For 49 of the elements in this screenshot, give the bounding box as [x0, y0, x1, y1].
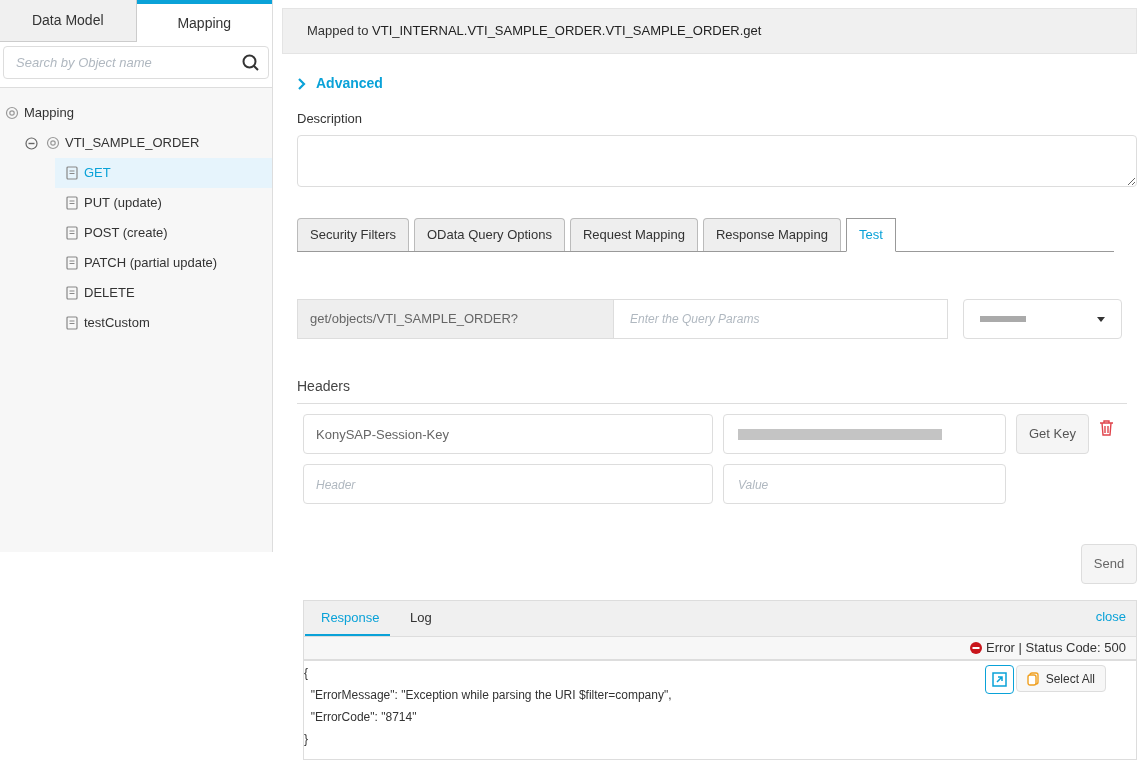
document-icon — [65, 226, 79, 240]
document-icon — [65, 166, 79, 180]
copy-icon — [1026, 671, 1039, 686]
document-icon — [65, 286, 79, 300]
description-label: Description — [297, 109, 364, 128]
tab[interactable]: Response Mapping — [702, 218, 841, 251]
redacted-value — [980, 316, 1026, 322]
gear-icon — [5, 106, 19, 120]
document-icon — [65, 256, 79, 270]
select-all-button[interactable]: Select All — [1015, 665, 1106, 692]
tree-item[interactable]: POST (create) — [55, 218, 272, 248]
collapse-icon[interactable] — [25, 136, 38, 150]
document-icon — [65, 316, 79, 330]
header-name-field[interactable]: KonySAP-Session-Key — [303, 414, 713, 454]
trash-icon[interactable] — [1098, 420, 1114, 436]
caret-icon — [1097, 316, 1105, 322]
search-icon — [242, 54, 259, 71]
status-text: Error | Status Code: 500 — [986, 639, 1126, 658]
header-name-field[interactable]: Header — [303, 464, 713, 504]
sidebar-tab[interactable]: Data Model — [0, 0, 137, 42]
document-icon — [65, 196, 79, 210]
mapped-to-text: Mapped to VTI_INTERNAL.VTI_SAMPLE_ORDER.VTI_SAMPLE_ORDER.get — [307, 22, 762, 40]
user-dropdown[interactable] — [963, 299, 1122, 339]
tree-item[interactable]: Mapping — [24, 103, 74, 123]
query-prefix: get/objects/VTI_SAMPLE_ORDER? — [297, 299, 614, 339]
tree-item[interactable]: DELETE — [55, 278, 272, 308]
header-value-field[interactable]: Value — [723, 464, 1006, 504]
tab[interactable]: Security Filters — [297, 218, 409, 251]
description-field[interactable] — [297, 135, 1137, 187]
chevron-icon — [297, 77, 306, 90]
tab[interactable]: Request Mapping — [569, 218, 698, 251]
sidebar-tab[interactable]: Mapping — [136, 0, 272, 42]
tree-item[interactable]: PUT (update) — [55, 188, 272, 218]
search-field[interactable]: Search by Object name — [3, 46, 269, 79]
error-icon — [970, 642, 983, 654]
send-button[interactable]: Send — [1081, 544, 1137, 584]
popout-button[interactable] — [984, 665, 1014, 694]
tree-item[interactable]: VTI_SAMPLE_ORDER — [65, 133, 200, 153]
tab[interactable]: OData Query Options — [413, 218, 565, 251]
gear-icon — [46, 136, 60, 150]
tree-item[interactable]: testCustom — [55, 308, 272, 338]
tree-item[interactable]: PATCH (partial update) — [55, 248, 272, 278]
popout-icon — [991, 672, 1007, 687]
get-key-button[interactable]: Get Key — [1016, 414, 1089, 454]
headers-label: Headers — [297, 377, 351, 396]
response-tab[interactable]: Log — [390, 602, 452, 636]
query-params-field[interactable]: Enter the Query Params — [614, 299, 948, 339]
header-value-field[interactable] — [723, 414, 1006, 454]
response-body: { "ErrorMessage": "Exception while parsing the URI $filter=company", "ErrorCode": "8714" } — [304, 665, 672, 748]
